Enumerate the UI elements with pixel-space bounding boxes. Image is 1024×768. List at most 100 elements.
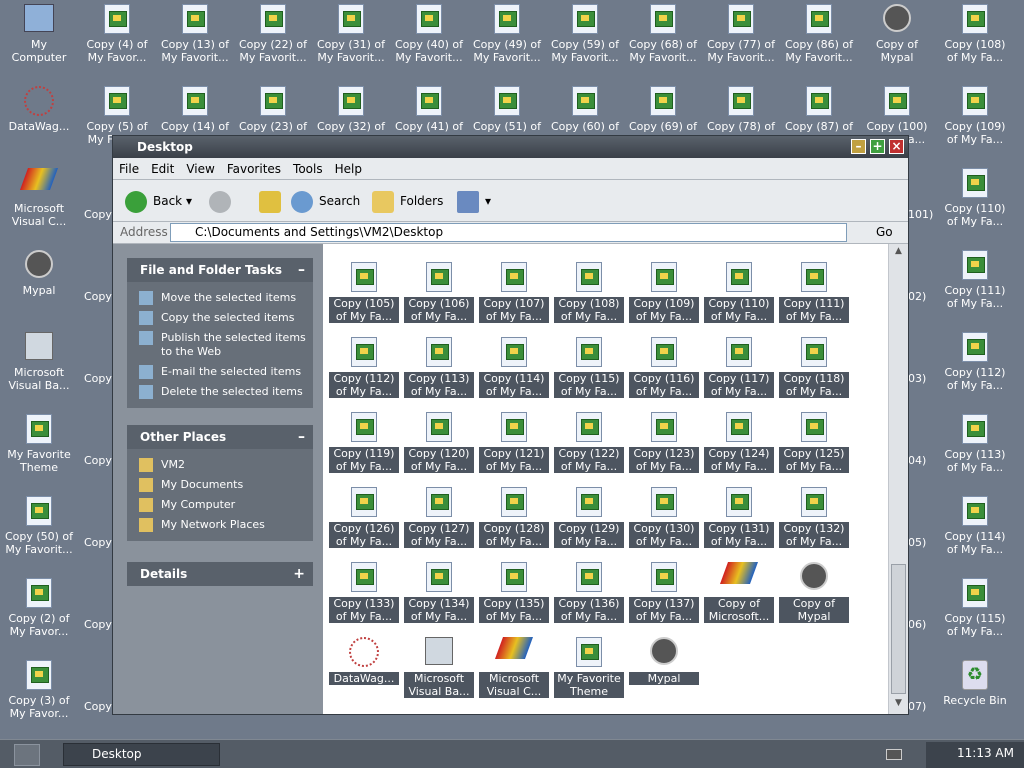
collapse-icon[interactable]: –: [298, 258, 305, 282]
expand-icon[interactable]: +: [293, 562, 305, 586]
desktop-icon[interactable]: Copy (22) of My Favorit...: [234, 0, 312, 80]
desktop-icon[interactable]: Recycle Bin: [936, 656, 1014, 736]
file-item[interactable]: Copy (124) of My Fa...: [704, 408, 774, 478]
file-item[interactable]: Copy (113) of My Fa...: [404, 333, 474, 403]
menu-tools[interactable]: Tools: [287, 158, 329, 180]
desktop-icon[interactable]: Microsoft Visual Ba...: [0, 328, 78, 408]
vertical-scrollbar[interactable]: ▲ ▼: [888, 244, 908, 714]
desktop-icon-label-partial[interactable]: 06): [908, 618, 926, 631]
file-item[interactable]: DataWag...: [329, 633, 399, 703]
desktop-icon[interactable]: Copy (13) of My Favorit...: [156, 0, 234, 80]
file-item[interactable]: Copy (112) of My Fa...: [329, 333, 399, 403]
menu-view[interactable]: View: [180, 158, 220, 180]
forward-button[interactable]: [209, 188, 237, 214]
file-item[interactable]: Copy (131) of My Fa...: [704, 483, 774, 553]
file-item[interactable]: Copy (120) of My Fa...: [404, 408, 474, 478]
desktop-icon[interactable]: Copy (40) of My Favorit...: [390, 0, 468, 80]
file-item[interactable]: Copy (126) of My Fa...: [329, 483, 399, 553]
desktop-icon[interactable]: Copy (110) of My Fa...: [936, 164, 1014, 244]
desktop-icon[interactable]: Copy (86) of My Favorit...: [780, 0, 858, 80]
desktop-icon[interactable]: Copy (115) of My Fa...: [936, 574, 1014, 654]
desktop-icon-label-partial[interactable]: 07): [908, 700, 926, 713]
desktop-icon-label-partial[interactable]: 04): [908, 454, 926, 467]
place-link[interactable]: My Computer: [127, 495, 313, 515]
file-item[interactable]: Microsoft Visual Ba...: [404, 633, 474, 703]
collapse-icon[interactable]: –: [298, 425, 305, 449]
scroll-up-icon[interactable]: ▲: [892, 246, 905, 259]
file-item[interactable]: Copy (106) of My Fa...: [404, 258, 474, 328]
close-button[interactable]: ×: [889, 139, 904, 154]
scroll-down-icon[interactable]: ▼: [892, 698, 905, 711]
file-item[interactable]: Copy (110) of My Fa...: [704, 258, 774, 328]
start-button[interactable]: [14, 744, 40, 766]
desktop-icon[interactable]: Copy (31) of My Favorit...: [312, 0, 390, 80]
task-link[interactable]: Copy the selected items: [127, 308, 313, 328]
file-item[interactable]: Copy of Microsoft...: [704, 558, 774, 628]
desktop-icon-label-partial[interactable]: 05): [908, 536, 926, 549]
up-folder-button[interactable]: [259, 188, 287, 214]
file-item[interactable]: Copy of Mypal: [779, 558, 849, 628]
file-item[interactable]: Copy (132) of My Fa...: [779, 483, 849, 553]
file-item[interactable]: Copy (118) of My Fa...: [779, 333, 849, 403]
file-item[interactable]: Copy (123) of My Fa...: [629, 408, 699, 478]
file-item[interactable]: Copy (105) of My Fa...: [329, 258, 399, 328]
views-button[interactable]: ▾: [457, 188, 491, 214]
folders-button[interactable]: Folders: [372, 188, 443, 214]
file-item[interactable]: Copy (119) of My Fa...: [329, 408, 399, 478]
file-item[interactable]: Copy (108) of My Fa...: [554, 258, 624, 328]
other-places-header[interactable]: Other Places –: [127, 425, 313, 449]
taskbar-desktop-button[interactable]: Desktop: [63, 743, 220, 766]
file-item[interactable]: Copy (117) of My Fa...: [704, 333, 774, 403]
desktop-icon[interactable]: Copy (108) of My Fa...: [936, 0, 1014, 80]
go-button[interactable]: Go: [854, 224, 893, 241]
address-input[interactable]: C:\Documents and Settings\VM2\Desktop: [170, 223, 847, 242]
desktop-icon[interactable]: Copy (111) of My Fa...: [936, 246, 1014, 326]
file-item[interactable]: Copy (114) of My Fa...: [479, 333, 549, 403]
desktop-icon-label-partial[interactable]: Copy: [84, 618, 112, 631]
menu-file[interactable]: File: [113, 158, 145, 180]
desktop-icon-label-partial[interactable]: Copy: [84, 454, 112, 467]
file-item[interactable]: Copy (111) of My Fa...: [779, 258, 849, 328]
menu-help[interactable]: Help: [329, 158, 368, 180]
file-item[interactable]: Copy (107) of My Fa...: [479, 258, 549, 328]
file-item[interactable]: Copy (109) of My Fa...: [629, 258, 699, 328]
desktop-icon[interactable]: Copy (109) of My Fa...: [936, 82, 1014, 162]
file-item[interactable]: Copy (121) of My Fa...: [479, 408, 549, 478]
desktop-icon[interactable]: Copy (68) of My Favorit...: [624, 0, 702, 80]
desktop-icon-label-partial[interactable]: Copy: [84, 372, 112, 385]
file-item[interactable]: Copy (136) of My Fa...: [554, 558, 624, 628]
task-link[interactable]: E-mail the selected items: [127, 362, 313, 382]
desktop-icon-label-partial[interactable]: Copy: [84, 536, 112, 549]
desktop-icon[interactable]: Copy of Mypal: [858, 0, 936, 80]
scroll-thumb[interactable]: [891, 564, 906, 694]
task-link[interactable]: Move the selected items: [127, 288, 313, 308]
file-item[interactable]: Mypal: [629, 633, 699, 703]
desktop-icon-label-partial[interactable]: Copy: [84, 290, 112, 303]
menu-favorites[interactable]: Favorites: [221, 158, 287, 180]
details-header[interactable]: Details +: [127, 562, 313, 586]
desktop-icon-label-partial[interactable]: 02): [908, 290, 926, 303]
keyboard-icon[interactable]: [886, 749, 902, 760]
file-folder-tasks-header[interactable]: File and Folder Tasks –: [127, 258, 313, 282]
desktop-icon[interactable]: My Computer: [0, 0, 78, 80]
menu-edit[interactable]: Edit: [145, 158, 180, 180]
file-item[interactable]: Copy (130) of My Fa...: [629, 483, 699, 553]
file-item[interactable]: Copy (129) of My Fa...: [554, 483, 624, 553]
search-button[interactable]: Search: [291, 188, 360, 214]
desktop-icon[interactable]: Copy (59) of My Favorit...: [546, 0, 624, 80]
desktop-icon[interactable]: Copy (50) of My Favorit...: [0, 492, 78, 572]
file-item[interactable]: Copy (127) of My Fa...: [404, 483, 474, 553]
minimize-button[interactable]: –: [851, 139, 866, 154]
desktop-icon[interactable]: Copy (112) of My Fa...: [936, 328, 1014, 408]
file-item[interactable]: Copy (137) of My Fa...: [629, 558, 699, 628]
file-item[interactable]: Copy (122) of My Fa...: [554, 408, 624, 478]
back-button[interactable]: Back ▾: [125, 188, 192, 214]
place-link[interactable]: My Network Places: [127, 515, 313, 535]
desktop-icon[interactable]: My Favorite Theme: [0, 410, 78, 490]
file-item[interactable]: Copy (125) of My Fa...: [779, 408, 849, 478]
desktop-icon[interactable]: Copy (4) of My Favor...: [78, 0, 156, 80]
desktop-icon-label-partial[interactable]: Copy: [84, 208, 112, 221]
desktop-icon[interactable]: Copy (113) of My Fa...: [936, 410, 1014, 490]
file-item[interactable]: Microsoft Visual C...: [479, 633, 549, 703]
desktop-icon[interactable]: Copy (3) of My Favor...: [0, 656, 78, 736]
